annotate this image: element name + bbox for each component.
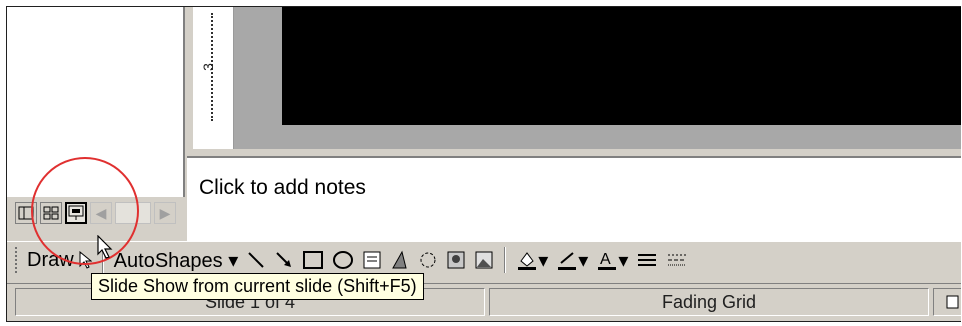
wordart-icon: [392, 250, 407, 269]
clip-art-button[interactable]: [442, 246, 470, 274]
tooltip-text: Slide Show from current slide (Shift+F5): [98, 276, 417, 296]
line-button[interactable]: [242, 246, 270, 274]
spelling-status-panel: [933, 288, 961, 316]
dropdown-icon: ▾: [618, 249, 629, 272]
normal-view-button[interactable]: [15, 202, 37, 224]
toolbar-separator: [504, 247, 507, 273]
select-arrow-icon: [79, 251, 92, 269]
scroll-right-button[interactable]: ▶: [154, 202, 176, 224]
font-color-icon: A: [598, 251, 617, 270]
fill-color-button[interactable]: ▾: [512, 246, 552, 274]
slide-sorter-view-button[interactable]: [40, 202, 62, 224]
rectangle-button[interactable]: [298, 246, 328, 274]
line-color-icon: [558, 252, 577, 270]
dropdown-icon: ▾: [578, 249, 589, 272]
dropdown-icon: ▾: [538, 249, 549, 272]
diagram-button[interactable]: [414, 246, 442, 274]
picture-icon: [475, 251, 493, 269]
wordart-button[interactable]: [386, 246, 414, 274]
slide-sorter-icon: [43, 206, 59, 220]
mouse-pointer-icon: [97, 235, 113, 259]
notes-placeholder: Click to add notes: [199, 176, 366, 199]
arrow-button[interactable]: [270, 246, 298, 274]
notes-pane[interactable]: Click to add notes: [187, 156, 961, 244]
design-name-panel: Fading Grid: [489, 288, 929, 316]
select-objects-button[interactable]: [74, 246, 96, 274]
oval-icon: [333, 251, 354, 269]
scroll-left-icon: ◀: [95, 204, 107, 221]
slide-show-icon: [68, 205, 84, 220]
rectangle-icon: [303, 251, 324, 269]
dash-style-icon: [668, 254, 687, 266]
scroll-right-icon: ▶: [159, 204, 171, 221]
slide-canvas[interactable]: [282, 7, 961, 125]
text-box-button[interactable]: [358, 246, 386, 274]
autoshapes-menu-button[interactable]: AutoShapes ▾: [110, 246, 243, 274]
font-color-button[interactable]: A ▾: [592, 246, 632, 274]
ruler-marker: 3: [199, 63, 216, 71]
slide-show-view-button[interactable]: [65, 202, 87, 224]
dash-style-button[interactable]: [662, 246, 692, 274]
text-box-icon: [363, 251, 381, 269]
slides-outline-pane[interactable]: [7, 7, 185, 197]
svg-text:A: A: [600, 251, 611, 268]
insert-picture-button[interactable]: [470, 246, 498, 274]
view-buttons-bar: ◀ ▶: [15, 202, 176, 226]
powerpoint-window: 3 Click to add notes ◀ ▶ Draw AutoShapes: [6, 6, 961, 322]
tooltip: Slide Show from current slide (Shift+F5): [91, 273, 424, 300]
oval-button[interactable]: [328, 246, 358, 274]
horizontal-scrollbar[interactable]: [115, 202, 151, 224]
arrow-icon: [276, 252, 292, 267]
spelling-icon: [946, 295, 959, 309]
fill-color-icon: [518, 252, 537, 270]
normal-view-icon: [18, 206, 34, 220]
diagram-icon: [420, 252, 436, 268]
line-style-icon: [638, 254, 657, 266]
design-name-text: Fading Grid: [661, 291, 757, 312]
line-color-button[interactable]: ▾: [552, 246, 592, 274]
vertical-ruler: 3: [193, 7, 234, 149]
draw-menu-button[interactable]: Draw: [27, 249, 74, 272]
slide-editing-area[interactable]: [234, 7, 961, 149]
scroll-left-button[interactable]: ◀: [90, 202, 112, 224]
clip-art-icon: [447, 251, 465, 269]
toolbar-grip[interactable]: [15, 247, 21, 273]
line-style-button[interactable]: [632, 246, 662, 274]
line-icon: [248, 252, 264, 268]
